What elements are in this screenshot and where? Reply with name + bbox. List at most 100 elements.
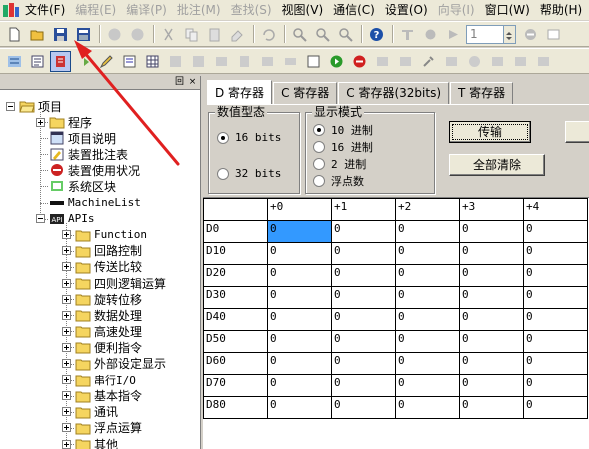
radio-16-bits[interactable]: 16 bits	[217, 131, 281, 144]
tool-icon[interactable]	[418, 51, 439, 72]
radio-button[interactable]	[313, 124, 325, 136]
status-icon[interactable]	[441, 51, 462, 72]
help-icon[interactable]: ?	[366, 24, 387, 45]
grid-cell[interactable]: 0	[459, 220, 524, 243]
tree-item[interactable]: 系统区块	[36, 178, 116, 194]
menu-item[interactable]: 文件(F)	[20, 0, 70, 20]
expand-icon[interactable]	[62, 439, 71, 449]
menu-item[interactable]: 窗口(W)	[480, 0, 535, 20]
grid-cell[interactable]: 0	[267, 220, 332, 243]
radio-button[interactable]	[217, 167, 229, 180]
extra-button[interactable]	[565, 121, 589, 143]
undo-icon[interactable]	[258, 24, 279, 45]
grid-cell[interactable]: 0	[459, 242, 524, 265]
api-category-item[interactable]: Function	[62, 227, 147, 243]
grid-cell[interactable]: 0	[267, 330, 332, 353]
grid-cell[interactable]: 0	[331, 374, 396, 397]
menu-item[interactable]: 视图(V)	[277, 0, 329, 20]
grid-cell[interactable]: 0	[395, 264, 460, 287]
expand-icon[interactable]	[62, 246, 71, 256]
grid-cell[interactable]: 0	[395, 352, 460, 375]
transfer-button[interactable]: 传输	[449, 121, 531, 143]
grid-cell[interactable]: 0	[523, 396, 588, 419]
grid-cell[interactable]: 0	[523, 330, 588, 353]
grid-cell[interactable]: 0	[267, 352, 332, 375]
grid-cell[interactable]: 0	[395, 242, 460, 265]
radio-button[interactable]	[217, 131, 229, 144]
save-icon[interactable]	[50, 24, 71, 45]
radio-hex[interactable]: 16 进制	[313, 139, 373, 155]
grid-cell[interactable]: 0	[523, 242, 588, 265]
tree-item[interactable]: 项目说明	[36, 130, 116, 146]
expand-icon[interactable]	[62, 375, 71, 385]
grid-cell[interactable]: 0	[523, 220, 588, 243]
compile-icon[interactable]	[73, 51, 94, 72]
api-category-item[interactable]: 传送比较	[62, 259, 142, 275]
back-icon[interactable]	[104, 24, 125, 45]
memory-icon[interactable]	[280, 51, 301, 72]
tab-register[interactable]: C 寄存器	[273, 82, 338, 104]
forward-icon[interactable]	[127, 24, 148, 45]
grid-cell[interactable]: 0	[459, 352, 524, 375]
clear-all-button[interactable]: 全部清除	[449, 154, 545, 176]
menu-item[interactable]: 编程(E)	[70, 0, 121, 20]
api-category-item[interactable]: 串行I/O	[62, 372, 136, 388]
step-number-field[interactable]: 1	[466, 24, 504, 44]
radio-binary[interactable]: 2 进制	[313, 156, 366, 172]
grid-cell[interactable]: 0	[395, 286, 460, 309]
stop-icon[interactable]	[520, 24, 541, 45]
panel-dock-icon[interactable]: 回	[174, 77, 185, 88]
paste-icon[interactable]	[204, 24, 225, 45]
expand-icon[interactable]	[62, 423, 71, 433]
grid-cell[interactable]: 0	[267, 374, 332, 397]
expand-icon[interactable]	[62, 278, 71, 288]
open-folder-icon[interactable]	[27, 24, 48, 45]
api-category-item[interactable]: 基本指令	[62, 388, 142, 404]
api-category-item[interactable]: 高速处理	[62, 323, 142, 339]
step-spinner[interactable]	[504, 24, 516, 44]
grid-cell[interactable]: 0	[331, 396, 396, 419]
grid-cell[interactable]: 0	[395, 308, 460, 331]
menu-item[interactable]: 向导(I)	[433, 0, 480, 20]
api-category-item[interactable]: 回路控制	[62, 243, 142, 259]
api-category-item[interactable]: 其他	[62, 436, 118, 449]
clock-icon[interactable]	[464, 51, 485, 72]
device-icon[interactable]	[234, 51, 255, 72]
expand-icon[interactable]	[62, 310, 71, 320]
plc-icon[interactable]	[257, 51, 278, 72]
monitor-icon[interactable]	[397, 24, 418, 45]
tab-register[interactable]: D 寄存器	[207, 80, 273, 104]
key-icon[interactable]	[510, 51, 531, 72]
compare-icon[interactable]	[211, 51, 232, 72]
expand-icon[interactable]	[62, 407, 71, 417]
expand-icon[interactable]	[62, 342, 71, 352]
grid-cell[interactable]: 0	[331, 220, 396, 243]
grid-cell[interactable]: 0	[267, 308, 332, 331]
grid-cell[interactable]: 0	[331, 242, 396, 265]
grid-cell[interactable]: 0	[267, 286, 332, 309]
radio-button[interactable]	[313, 158, 325, 170]
radio-float[interactable]: 浮点数	[313, 173, 364, 189]
tree-item[interactable]: 装置使用状况	[36, 162, 140, 178]
comment-icon[interactable]	[119, 51, 140, 72]
grid-cell[interactable]: 0	[395, 220, 460, 243]
menu-item[interactable]: 设置(O)	[380, 0, 433, 20]
grid-cell[interactable]: 0	[459, 264, 524, 287]
offline-icon[interactable]	[395, 51, 416, 72]
sfc-icon[interactable]	[50, 50, 71, 72]
window-icon[interactable]	[543, 24, 564, 45]
grid-cell[interactable]: 0	[459, 396, 524, 419]
grid-cell[interactable]: 0	[459, 330, 524, 353]
expand-icon[interactable]	[62, 294, 71, 304]
tree-item[interactable]: 程序	[36, 114, 92, 130]
tree-item[interactable]: 装置批注表	[36, 146, 128, 162]
grid-cell[interactable]: 0	[459, 286, 524, 309]
grid-cell[interactable]: 0	[523, 286, 588, 309]
grid-cell[interactable]: 0	[459, 374, 524, 397]
zoom-in-icon[interactable]	[312, 24, 333, 45]
tab-register[interactable]: T 寄存器	[450, 82, 514, 104]
radio-button[interactable]	[313, 141, 325, 153]
expand-icon[interactable]	[62, 230, 71, 240]
expand-icon[interactable]	[62, 391, 71, 401]
grid-cell[interactable]: 0	[267, 264, 332, 287]
